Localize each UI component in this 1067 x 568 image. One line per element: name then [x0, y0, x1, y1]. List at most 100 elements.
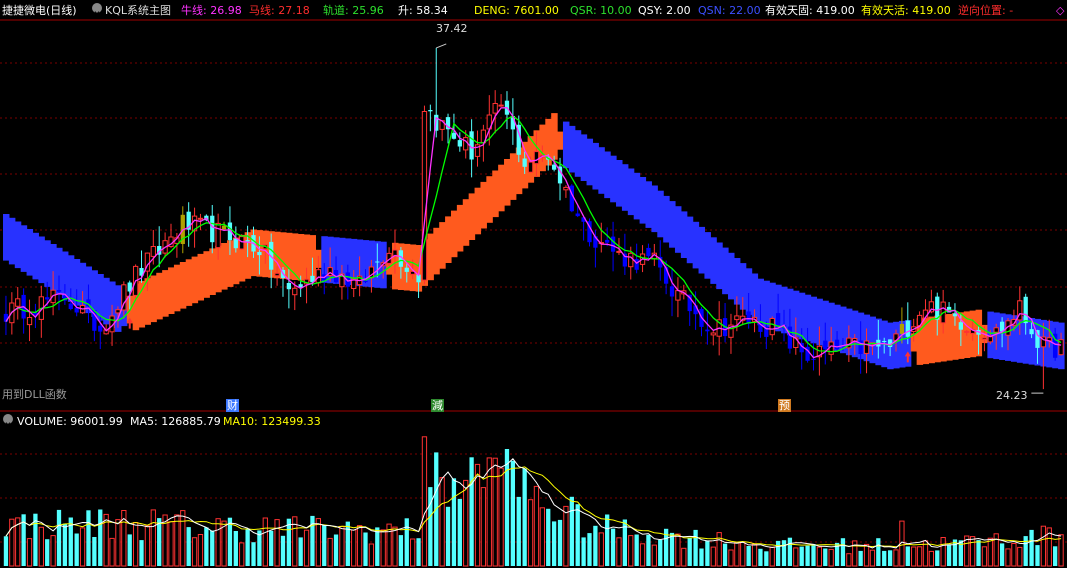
volume-bar: [569, 496, 574, 566]
volume-bar: [298, 537, 303, 566]
volume-bar: [480, 487, 487, 567]
diamond-icon[interactable]: ◇: [1056, 3, 1064, 19]
volume-bar: [38, 526, 44, 567]
volume-bar: [976, 540, 981, 566]
volume-bar: [375, 527, 380, 566]
volume-bar: [533, 485, 540, 567]
volume-bar: [928, 550, 935, 567]
volume-bar: [516, 496, 521, 566]
band-segment: [568, 125, 576, 173]
volume-bar: [793, 547, 799, 567]
volume-bar: [699, 548, 704, 566]
volume-bar: [504, 449, 510, 566]
band-segment: [710, 237, 717, 284]
qsn-value: QSN: 22.00: [698, 4, 761, 17]
high-price-label: 37.42: [436, 22, 468, 35]
volume-bar: [398, 535, 404, 566]
band-segment: [221, 243, 228, 290]
volume-bar: [581, 537, 586, 566]
candle-body: [628, 252, 634, 268]
candle-body: [197, 217, 204, 220]
volume-bar: [758, 548, 763, 566]
volume-bar: [1017, 546, 1023, 567]
volume-bar: [98, 509, 103, 566]
volume-bar: [315, 518, 321, 567]
band-segment: [486, 176, 493, 223]
volume-bar: [463, 479, 469, 567]
kline-chart[interactable]: [0, 0, 1067, 568]
volume-bar: [239, 542, 245, 567]
event-tag-cai[interactable]: 财: [226, 399, 239, 412]
event-tag-jian[interactable]: 減: [431, 399, 444, 412]
band-segment: [704, 232, 711, 279]
volume-bar: [740, 541, 746, 567]
candle-body: [958, 322, 963, 330]
band-segment: [674, 206, 682, 253]
candle-body: [669, 286, 675, 297]
candle-body: [257, 252, 262, 256]
volume-bar: [981, 546, 988, 567]
candle-body: [981, 337, 988, 340]
candle-body: [215, 222, 221, 249]
band-segment: [480, 181, 487, 229]
band-segment: [168, 267, 175, 314]
volume-bar: [227, 517, 233, 566]
volume-bar: [363, 532, 368, 566]
band-segment: [598, 147, 605, 194]
band-segment: [680, 211, 688, 258]
volume-bar: [392, 526, 398, 567]
candle-body: [527, 161, 534, 173]
volume-bar: [1058, 534, 1064, 567]
volume-bar: [628, 535, 634, 567]
candle-body: [769, 318, 775, 336]
band-segment: [810, 296, 818, 344]
volume-bar: [26, 538, 33, 567]
volume-bar: [593, 525, 598, 566]
band-segment: [456, 204, 464, 252]
volume-bar: [157, 518, 162, 566]
volume-bar: [940, 537, 946, 567]
volume-bar: [144, 525, 151, 567]
candle-body: [522, 158, 527, 167]
volume-bar: [787, 537, 793, 566]
volume-bar: [474, 463, 481, 567]
candle-body: [952, 313, 958, 317]
volume-bar: [1040, 525, 1047, 567]
candle-body: [286, 283, 292, 290]
event-tag-yu[interactable]: 预: [778, 399, 791, 412]
band-segment: [633, 172, 641, 220]
volume-bar: [828, 548, 834, 567]
volume-bar: [557, 519, 563, 566]
volume-bar: [245, 528, 250, 566]
band-segment: [651, 185, 658, 233]
candle-body: [964, 330, 970, 333]
volume-bar: [916, 546, 923, 567]
band-segment: [3, 214, 10, 261]
volume-bar: [805, 545, 810, 566]
volume-bar: [210, 530, 215, 566]
main-chart-header: 捷捷微电(日线) ⌄ KQL系统主图 牛线: 26.98 马线: 27.18 轨…: [2, 3, 1065, 19]
volume-bar: [551, 521, 557, 566]
candle-body: [746, 311, 751, 324]
volume-bar: [215, 518, 221, 567]
volume-bar: [769, 546, 775, 567]
candle-body: [575, 213, 580, 217]
candle-body: [274, 272, 280, 277]
volume-bar: [887, 550, 893, 566]
volume-bar: [840, 538, 846, 566]
band-segment: [663, 195, 670, 243]
volume-bar: [404, 518, 409, 566]
candle-body: [315, 269, 321, 284]
volume-bar: [139, 540, 144, 566]
candle-body: [987, 336, 993, 343]
candle-body: [899, 324, 905, 334]
indicator-name[interactable]: KQL系统主图: [105, 3, 171, 19]
volume-bar: [457, 498, 462, 566]
volume-bar: [56, 509, 62, 566]
candle-body: [363, 281, 368, 283]
volume-bar: [616, 537, 622, 567]
candle-body: [675, 290, 681, 301]
volume-bar: [180, 510, 186, 567]
band-segment: [162, 270, 169, 317]
band-segment: [138, 280, 146, 328]
